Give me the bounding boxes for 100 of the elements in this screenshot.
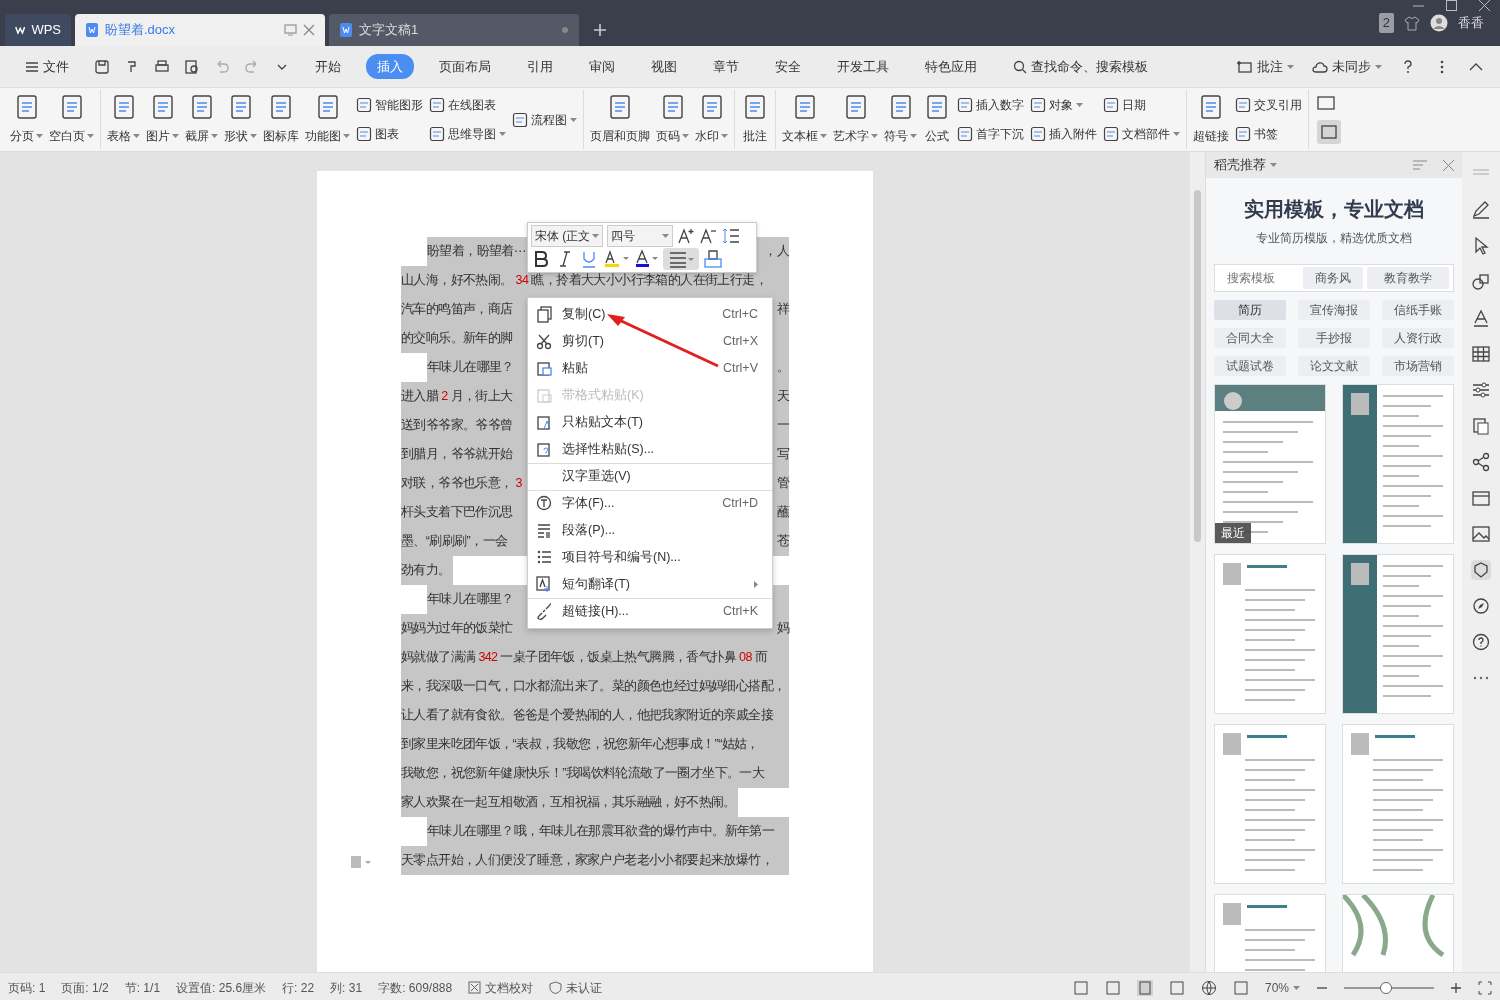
ribbon-button[interactable]: 日期 [1100,93,1183,116]
print-preview-icon[interactable] [184,58,200,75]
zoom-slider-thumb[interactable] [1380,981,1393,994]
maximize-icon[interactable] [1446,0,1457,11]
category-button[interactable]: 宣传海报 [1298,299,1370,320]
template-thumbnail[interactable] [1342,723,1454,884]
close-icon[interactable] [303,24,315,36]
font-size-dropdown[interactable]: 四号 [607,225,674,247]
ribbon-button[interactable]: 对象 [1027,93,1100,116]
window-tab[interactable]: 文字文稿1 [329,14,579,46]
category-button[interactable]: 简历 [1214,299,1286,320]
ribbon-button[interactable]: 批注 [738,90,772,149]
menu-tab[interactable]: 引用 [516,53,564,80]
save-icon[interactable] [94,58,110,75]
ribbon-button[interactable]: 符号 [881,90,920,149]
template-thumbnail[interactable] [1214,723,1326,884]
font-color-icon[interactable] [633,249,659,269]
category-button[interactable]: 市场营销 [1382,355,1454,376]
category-button[interactable]: 手抄报 [1298,327,1370,348]
ribbon-button[interactable]: 表格 [104,90,143,149]
share-icon[interactable] [1471,452,1491,472]
window-tab[interactable]: 盼望着.docx [75,14,325,46]
template-thumbnail[interactable] [1342,383,1454,544]
ribbon-button[interactable]: 插入附件 [1027,123,1100,146]
menu-tab[interactable]: 视图 [640,53,688,80]
template-thumbnail[interactable]: 最近 [1214,383,1326,544]
highlight-icon[interactable] [603,249,629,269]
ribbon-button[interactable]: 流程图 [509,108,580,131]
ribbon-button[interactable]: 插入数字 [954,93,1027,116]
font-name-dropdown[interactable]: 宋体 (正文 [531,225,604,247]
text-art-icon[interactable] [1471,308,1491,328]
file-menu[interactable]: 文件 [14,53,80,80]
ribbon-button[interactable]: 交叉引用 [1232,93,1305,116]
menu-tab[interactable]: 安全 [764,53,812,80]
eraser-icon[interactable] [703,249,723,269]
user-name[interactable]: 香香 [1458,13,1484,33]
category-button[interactable]: 论文文献 [1298,355,1370,376]
menu-item[interactable]: 选择性粘贴(S)... [528,436,772,463]
close-icon[interactable] [1443,159,1454,171]
ribbon-button[interactable]: 智能图形 [353,93,426,116]
ribbon-button[interactable]: 图片 [143,90,182,149]
menu-item[interactable]: 只粘贴文本(T) [528,409,772,436]
close-icon[interactable] [1479,0,1490,11]
table-icon[interactable] [1471,344,1491,364]
grow-font-icon[interactable] [677,227,696,245]
category-button[interactable]: 试题试卷 [1214,355,1286,376]
menu-item[interactable]: 粘贴 Ctrl+V [528,355,772,382]
frame-icon[interactable] [1317,120,1341,145]
ribbon-button[interactable]: 页眉和页脚 [587,90,653,149]
tag-button[interactable]: 商务风 [1303,266,1363,289]
text-box-icon[interactable] [1317,94,1335,111]
category-button[interactable]: 人资行政 [1382,327,1454,348]
new-tab-icon[interactable] [593,23,607,37]
ribbon-button[interactable]: 形状 [221,90,260,149]
align-button[interactable] [663,248,699,270]
category-button[interactable]: 合同大全 [1214,327,1286,348]
ribbon-button[interactable]: 文档部件 [1100,123,1183,146]
window-tab[interactable]: WPS [5,14,71,46]
menu-item[interactable]: 项目符号和编号(N)... [528,544,772,571]
ribbon-button[interactable]: 图表 [353,123,426,146]
ribbon-button[interactable]: 在线图表 [426,93,509,116]
panel-title[interactable]: 稻壳推荐 [1214,155,1277,175]
comment-menu[interactable]: 批注 [1235,53,1296,80]
category-button[interactable]: 信纸手账 [1382,299,1454,320]
menu-item[interactable]: 段落(P)... [528,517,772,544]
scrollbar-thumb[interactable] [1194,190,1201,542]
menu-item[interactable]: 汉字重选(V) [528,463,772,490]
globe-icon[interactable] [1200,979,1217,996]
ribbon-button[interactable]: 截屏 [182,90,221,149]
menu-item[interactable]: 剪切(T) Ctrl+X [528,328,772,355]
ribbon-button[interactable]: 页码 [653,90,692,149]
avatar-icon[interactable] [1430,14,1448,32]
template-thumbnail[interactable] [1342,553,1454,714]
ribbon-button[interactable]: 空白页 [46,90,97,149]
shapes-icon[interactable] [1471,272,1491,292]
menu-tab[interactable]: 审阅 [578,53,626,80]
ribbon-button[interactable]: 超链接 [1190,90,1232,149]
badge-icon[interactable] [1471,560,1491,580]
page-view-icon[interactable] [1136,979,1153,996]
sliders-icon[interactable] [1471,380,1491,400]
image-icon[interactable] [1471,524,1491,544]
ribbon-button[interactable]: 书签 [1232,123,1305,146]
menu-tab[interactable]: 页面布局 [428,53,502,80]
help-icon[interactable] [1471,632,1491,652]
box-icon[interactable] [1471,488,1491,508]
menu-tab[interactable]: 开始 [304,53,352,80]
template-thumbnail[interactable] [1214,553,1326,714]
pen-icon[interactable] [1471,200,1491,220]
ribbon-button[interactable]: 艺术字 [830,90,881,149]
menu-tab[interactable]: 开发工具 [826,53,900,80]
ribbon-button[interactable]: 功能图 [302,90,353,149]
ribbon-button[interactable]: 文本框 [779,90,830,149]
printer-icon[interactable] [154,58,170,75]
certification-status[interactable]: 未认证 [549,978,603,997]
ribbon-button[interactable]: 公式 [920,90,954,149]
shirt-icon[interactable] [1404,15,1420,31]
proofread-button[interactable]: 文档校对 [468,978,534,997]
menu-item[interactable]: 字体(F)... Ctrl+D [528,490,772,517]
ribbon-button[interactable]: 思维导图 [426,123,509,146]
tag-button[interactable]: 教育教学 [1367,266,1449,289]
